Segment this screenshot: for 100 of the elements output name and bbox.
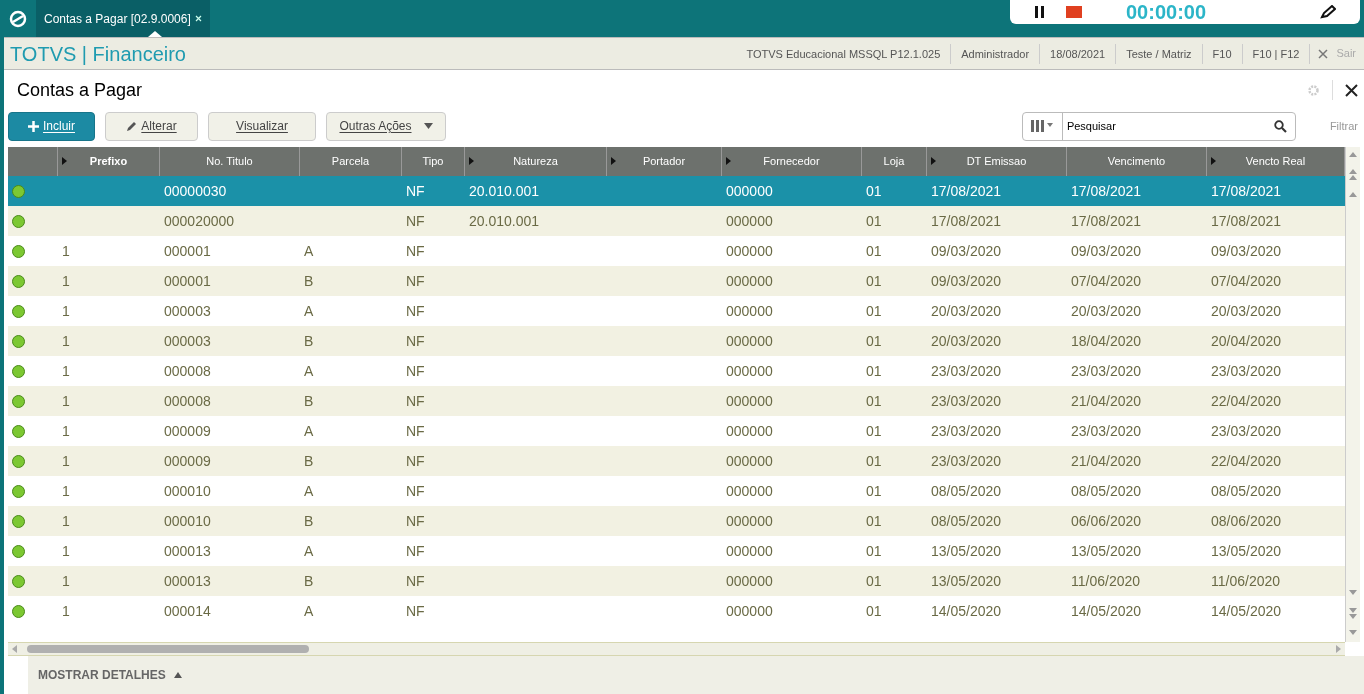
table-cell-text: NF [406, 391, 425, 411]
table-cell-text: 000000 [726, 331, 773, 351]
table-cell-text: 01 [866, 331, 882, 351]
toolbar-button[interactable]: Visualizar [208, 111, 316, 141]
table-cell-text: 14/05/2020 [1211, 601, 1282, 621]
table-cell-text: 08/05/2020 [1211, 481, 1282, 501]
table-cell-text: A [304, 541, 314, 561]
table-cell-text: 000008 [164, 391, 211, 411]
table-row[interactable]: 1 000010 B NF 000000 01 08/05/2020 06/06/2020 08/06/2020 [8, 506, 1345, 536]
table-cell-text: 01 [866, 211, 882, 231]
table-row[interactable]: 1 000001 B NF 000000 01 09/03/2020 07/04/2020 07/04/2020 [8, 266, 1345, 296]
details-toggle[interactable]: MOSTRAR DETALHES [38, 666, 182, 684]
table-row[interactable]: 1 000003 B NF 000000 01 20/03/2020 18/04/2020 20/04/2020 [8, 326, 1345, 356]
table-cell-text: 01 [866, 421, 882, 441]
table-cell-text: A [304, 601, 314, 621]
table-cell-text: 1 [62, 451, 70, 471]
table-cell-text: 000020000 [164, 211, 235, 231]
pen-icon[interactable] [1320, 5, 1336, 19]
table-cell-text: NF [406, 181, 425, 201]
table-row[interactable]: 1 000013 B NF 000000 01 13/05/2020 11/06/2020 11/06/2020 [8, 566, 1345, 596]
table-cell-text: 000013 [164, 541, 211, 561]
sort-marker-icon[interactable] [931, 157, 936, 165]
table-cell-text: 20/03/2020 [1071, 301, 1142, 321]
table-cell-text: 000008 [164, 361, 211, 381]
filter-link[interactable]: Filtrar [1329, 117, 1358, 135]
table-cell-text: 1 [62, 331, 70, 351]
table-cell-text: 17/08/2021 [931, 181, 1002, 201]
toolbar-button[interactable]: Outras Ações [326, 111, 446, 141]
table-cell-text: 000009 [164, 421, 211, 441]
pause-icon[interactable] [1034, 6, 1046, 18]
table-cell-text: 000014 [164, 601, 211, 621]
table-cell-text: 20/04/2020 [1211, 331, 1282, 351]
sort-marker-icon[interactable] [611, 157, 616, 165]
table-row[interactable]: 1 000009 B NF 000000 01 23/03/2020 21/04/2020 22/04/2020 [8, 446, 1345, 476]
sort-marker-icon[interactable] [726, 157, 731, 165]
close-icon[interactable] [1345, 83, 1358, 97]
plus-icon[interactable] [28, 120, 39, 132]
table-cell-text: 17/08/2021 [1071, 181, 1142, 201]
table-cell-text: 13/05/2020 [931, 541, 1002, 561]
table-cell-text: 17/08/2021 [1211, 211, 1282, 231]
table-cell-text: 1 [62, 541, 70, 561]
table-cell-text: 000010 [164, 511, 211, 531]
table-cell-text: 000000 [726, 211, 773, 231]
table-cell-text: 000001 [164, 241, 211, 261]
table-cell-text: 06/06/2020 [1071, 511, 1142, 531]
table-cell-text: 13/05/2020 [931, 571, 1002, 591]
table-cell-text: NF [406, 361, 425, 381]
header-info: 18/08/2021 [1040, 43, 1117, 64]
table-cell-text: 000000 [726, 361, 773, 381]
table-cell-text: 000013 [164, 571, 211, 591]
table-cell-text: 23/03/2020 [1071, 421, 1142, 441]
header-info: Teste / Matriz [1116, 43, 1203, 64]
table-cell-text: NF [406, 421, 425, 441]
table-cell-text: 000003 [164, 301, 211, 321]
table-cell-text: 14/05/2020 [931, 601, 1002, 621]
table-cell-text: 01 [866, 511, 882, 531]
caret-icon[interactable] [423, 123, 433, 129]
table-cell-text: NF [406, 211, 425, 231]
scroll-thumb[interactable] [27, 645, 309, 653]
table-cell-text: 08/05/2020 [1071, 481, 1142, 501]
logo-icon[interactable] [9, 9, 27, 28]
sort-marker-icon[interactable] [469, 157, 474, 165]
toolbar-button[interactable]: Alterar [105, 111, 198, 141]
table-cell-text: 09/03/2020 [931, 241, 1002, 261]
sort-marker-icon[interactable] [1211, 157, 1216, 165]
page-title: Contas a Pagar [17, 78, 143, 102]
search-field[interactable]: Pesquisar [1021, 111, 1296, 141]
table-cell-text: 23/03/2020 [931, 391, 1002, 411]
table-cell-text: 000000 [726, 241, 773, 261]
table-cell-text: 000000 [726, 391, 773, 411]
app-tab[interactable]: Contas a Pagar [02.9.0006] [36, 0, 210, 37]
table-cell-text: 21/04/2020 [1071, 451, 1142, 471]
table-cell-text: 01 [866, 301, 882, 321]
table-row[interactable]: 000020000 NF 20.010.001 000000 01 17/08/2021 17/08/2021 17/08/2021 [8, 206, 1345, 236]
pencil-icon[interactable] [126, 120, 138, 132]
table-cell-text: 09/03/2020 [1071, 241, 1142, 261]
header-info: TOTVS Educacional MSSQL P12.1.025 [736, 43, 952, 64]
table-cell-text: 08/05/2020 [931, 481, 1002, 501]
table-cell-text: NF [406, 571, 425, 591]
table-cell-text: 07/04/2020 [1071, 271, 1142, 291]
table-cell-text: 07/04/2020 [1211, 271, 1282, 291]
horizontal-scrollbar[interactable] [8, 642, 1345, 656]
table-cell-text: B [304, 511, 314, 531]
table-row[interactable]: 1 000008 B NF 000000 01 23/03/2020 21/04/2020 22/04/2020 [8, 386, 1345, 416]
table-row[interactable]: 00000030 NF 20.010.001 000000 01 17/08/2021 17/08/2021 17/08/2021 [8, 176, 1345, 206]
toolbar-button[interactable]: Incluir [8, 111, 95, 141]
vertical-scrollbar[interactable] [1345, 147, 1360, 642]
table-cell-text: B [304, 331, 314, 351]
caret-icon [173, 672, 182, 678]
table-cell-text: A [304, 361, 314, 381]
table-cell-text: 17/08/2021 [931, 211, 1002, 231]
table-cell-text: B [304, 451, 314, 471]
sort-marker-icon[interactable] [62, 157, 67, 165]
search-input[interactable]: Pesquisar [1062, 112, 1266, 140]
table-cell-text: 21/04/2020 [1071, 391, 1142, 411]
table-cell-text: 01 [866, 481, 882, 501]
table-cell-text: 000003 [164, 331, 211, 351]
columns-icon[interactable] [1031, 120, 1054, 132]
table-cell-text: NF [406, 511, 425, 531]
search-icon[interactable] [1273, 119, 1287, 133]
